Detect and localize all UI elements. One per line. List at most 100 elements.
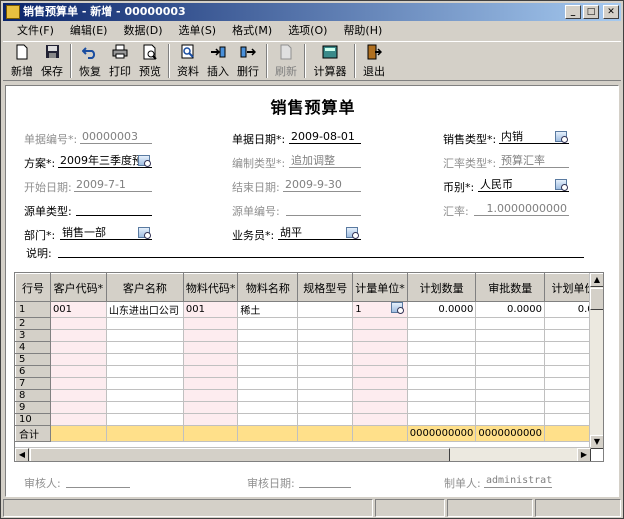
col-header-customer-code[interactable]: 客户代码* [49,273,107,302]
cell-customer-code[interactable] [49,389,107,402]
doc-date-field[interactable]: 2009-08-01 [289,130,361,144]
table-row[interactable]: 5 [15,353,603,366]
cell-item-name[interactable] [237,377,299,390]
horizontal-scroll-thumb[interactable] [30,448,450,461]
cell-item-name[interactable] [237,389,299,402]
restore-button[interactable]: 恢复 [75,42,105,80]
menu-file[interactable]: 文件(F) [9,22,62,40]
cell-approved-qty[interactable] [475,341,546,354]
col-header-item-name[interactable]: 物料名称 [237,273,299,302]
cell-item-code[interactable] [182,341,239,354]
menu-select[interactable]: 选单(S) [171,22,225,40]
cell-item-code[interactable] [182,365,239,378]
vertical-scroll-thumb[interactable] [590,288,603,310]
cell-spec[interactable] [297,301,354,318]
menu-data[interactable]: 数据(D) [115,22,170,40]
cell-item-code[interactable]: 001 [182,301,239,318]
cell-approved-qty[interactable] [475,401,546,414]
currency-lookup-icon[interactable] [555,179,568,191]
col-header-approved-qty[interactable]: 审批数量 [475,273,546,302]
cell-item-code[interactable] [182,317,239,330]
source-type-field[interactable] [76,202,152,216]
exit-button[interactable]: 退出 [359,42,389,80]
cell-unit[interactable] [352,389,408,402]
cell-unit[interactable] [352,413,408,426]
menu-options[interactable]: 选项(O) [280,22,335,40]
cell-plan-qty[interactable] [406,365,477,378]
cell-customer-name[interactable] [105,341,184,354]
cell-unit[interactable] [352,353,408,366]
cell-item-name[interactable] [237,401,299,414]
cell-spec[interactable] [297,377,354,390]
cell-customer-name[interactable] [105,377,184,390]
cell-customer-name[interactable] [105,389,184,402]
cell-customer-code[interactable] [49,317,107,330]
cell-customer-code[interactable] [49,329,107,342]
scroll-down-arrow-icon[interactable]: ▼ [590,435,603,449]
cell-item-code[interactable] [182,329,239,342]
scroll-right-arrow-icon[interactable]: ▶ [577,448,591,461]
table-row[interactable]: 8 [15,389,603,402]
menu-format[interactable]: 格式(M) [224,22,280,40]
table-row[interactable]: 9 [15,401,603,414]
table-row[interactable]: 10 [15,413,603,426]
review-date-field[interactable] [299,474,351,488]
salesman-lookup-icon[interactable] [346,227,359,239]
plan-lookup-icon[interactable] [138,155,151,167]
table-row[interactable]: 3 [15,329,603,342]
scroll-up-arrow-icon[interactable]: ▲ [590,273,603,287]
horizontal-scrollbar[interactable]: ◀ ▶ [15,447,591,461]
cell-spec[interactable] [297,413,354,426]
cell-plan-qty[interactable] [406,341,477,354]
cell-customer-name[interactable] [105,401,184,414]
cell-customer-code[interactable] [49,365,107,378]
cell-approved-qty[interactable] [475,365,546,378]
cell-customer-name[interactable] [105,353,184,366]
cell-item-name[interactable] [237,413,299,426]
cell-plan-qty[interactable] [406,353,477,366]
cell-item-code[interactable] [182,413,239,426]
cell-plan-qty[interactable]: 0.0000 [406,301,477,318]
minimize-button[interactable]: _ [565,5,581,19]
cell-customer-code[interactable]: 001 [49,301,107,318]
cell-approved-qty[interactable] [475,317,546,330]
cell-approved-qty[interactable] [475,413,546,426]
cell-spec[interactable] [297,401,354,414]
cell-unit[interactable] [352,329,408,342]
refresh-button[interactable]: 刷新 [271,42,301,80]
cell-unit[interactable] [352,341,408,354]
delete-row-button[interactable]: 删行 [233,42,263,80]
compile-type-field[interactable]: 追加调整 [289,154,361,168]
cell-item-name[interactable] [237,341,299,354]
col-header-plan-qty[interactable]: 计划数量 [406,273,477,302]
col-header-spec[interactable]: 规格型号 [297,273,354,302]
cell-customer-name[interactable] [105,329,184,342]
cell-item-name[interactable] [237,329,299,342]
cell-plan-qty[interactable] [406,413,477,426]
scroll-left-arrow-icon[interactable]: ◀ [15,448,29,461]
cell-item-name[interactable] [237,365,299,378]
cell-item-code[interactable] [182,401,239,414]
source-no-field[interactable] [286,202,361,216]
table-row[interactable]: 1001山东进出口公司001稀土10.00000.00000.00 [15,301,603,318]
cell-approved-qty[interactable] [475,377,546,390]
dept-lookup-icon[interactable] [138,227,151,239]
cell-customer-code[interactable] [49,413,107,426]
cell-spec[interactable] [297,365,354,378]
cell-approved-qty[interactable] [475,353,546,366]
reviewer-field[interactable] [66,474,130,488]
cell-unit[interactable] [352,401,408,414]
cell-customer-name[interactable] [105,317,184,330]
vertical-scrollbar[interactable]: ▲ ▼ [589,273,603,449]
cell-plan-qty[interactable] [406,377,477,390]
save-button[interactable]: 保存 [37,42,67,80]
preview-button[interactable]: 预览 [135,42,165,80]
menu-help[interactable]: 帮助(H) [335,22,390,40]
cell-item-code[interactable] [182,353,239,366]
note-field[interactable] [58,244,584,258]
cell-plan-qty[interactable] [406,401,477,414]
cell-unit[interactable] [352,365,408,378]
cell-item-name[interactable]: 稀土 [237,301,299,318]
cell-item-name[interactable] [237,353,299,366]
maximize-button[interactable]: □ [583,5,599,19]
